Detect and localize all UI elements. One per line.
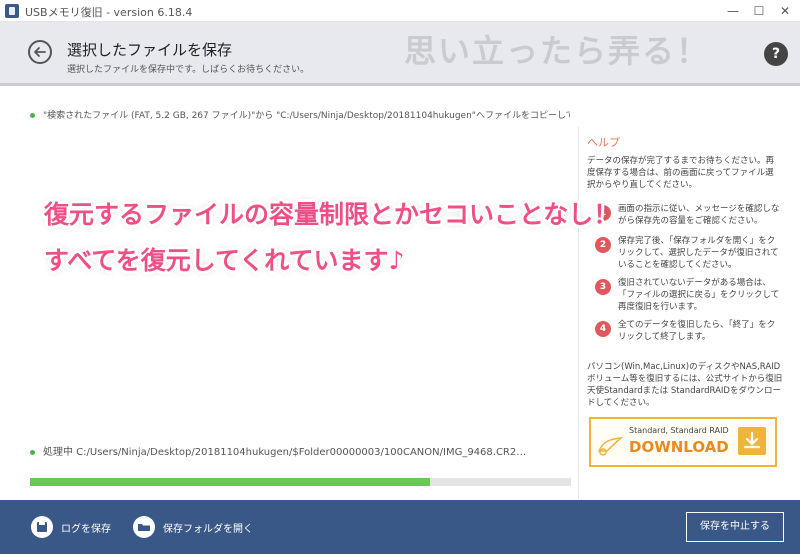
arrow-left-icon [34,47,46,57]
page-header: 思い立ったら弄る！ 選択したファイルを保存 選択したファイルを保存中です。しばら… [0,22,800,86]
processing-status-text: 処理中 C:/Users/Ninja/Desktop/20181104hukug… [43,447,527,458]
download-banner[interactable]: Standard, Standard RAID DOWNLOAD [589,417,777,467]
close-button[interactable]: ✕ [772,1,798,21]
processing-status: 処理中 C:/Users/Ninja/Desktop/20181104hukug… [30,443,570,458]
copy-status: "検索されたファイル (FAT, 5.2 GB, 267 ファイル)"から "C… [30,108,570,121]
help-note: パソコン(Win,Mac,Linux)のディスクやNAS,RAIDボリューム等を… [587,362,783,408]
page-subtitle: 選択したファイルを保存中です。しばらくお待ちください。 [67,65,310,75]
status-dot-icon [30,449,35,455]
watermark-text: 思い立ったら弄る！ [404,32,711,70]
minimize-button[interactable]: — [720,1,746,21]
disk-icon [31,516,53,538]
help-heading: ヘルプ [587,136,620,149]
window-titlebar: USBメモリ復旧 - version 6.18.4 — ☐ ✕ [0,0,800,22]
banner-plan-label: Standard, Standard RAID [629,426,729,435]
open-folder-button[interactable]: 保存フォルダを開く [133,514,293,540]
banner-download-label: DOWNLOAD [629,438,729,456]
progress-fill [30,478,431,486]
stop-save-button[interactable]: 保存を中止する [686,512,784,542]
copy-status-text: "検索されたファイル (FAT, 5.2 GB, 267 ファイル)"から "C… [43,111,570,121]
wing-icon [597,437,623,456]
save-log-label: ログを保存 [61,524,111,535]
save-log-button[interactable]: ログを保存 [31,514,141,540]
help-panel: ヘルプ データの保存が完了するまでお待ちください。再度保存する場合は、前の画面に… [578,127,784,499]
overlay-caption: 復元するファイルの容量制限とかセコいことなし！ すべてを復元してくれています♪ [44,192,784,284]
page-title: 選択したファイルを保存 [67,41,233,59]
step-text: 全てのデータを復旧したら、「終了」をクリックして終了します。 [618,320,776,342]
back-button[interactable] [28,40,52,64]
footer-bar: ログを保存 保存フォルダを開く 保存を中止する [0,500,800,554]
progress-bar [30,478,571,486]
app-icon [5,4,19,18]
help-intro: データの保存が完了するまでお待ちください。再度保存する場合は、前の画面に戻ってフ… [587,156,775,190]
step-number-badge: 4 [595,321,611,337]
open-folder-label: 保存フォルダを開く [163,524,253,535]
help-button[interactable]: ? [764,42,788,66]
folder-icon [133,516,155,538]
download-icon [738,427,766,455]
overlay-caption-line: すべてを復元してくれています♪ [44,246,405,275]
window-title: USBメモリ復旧 - version 6.18.4 [25,6,193,19]
status-dot-icon [30,113,35,118]
maximize-button[interactable]: ☐ [746,1,772,21]
overlay-caption-line: 復元するファイルの容量制限とかセコいことなし！ [44,200,619,229]
